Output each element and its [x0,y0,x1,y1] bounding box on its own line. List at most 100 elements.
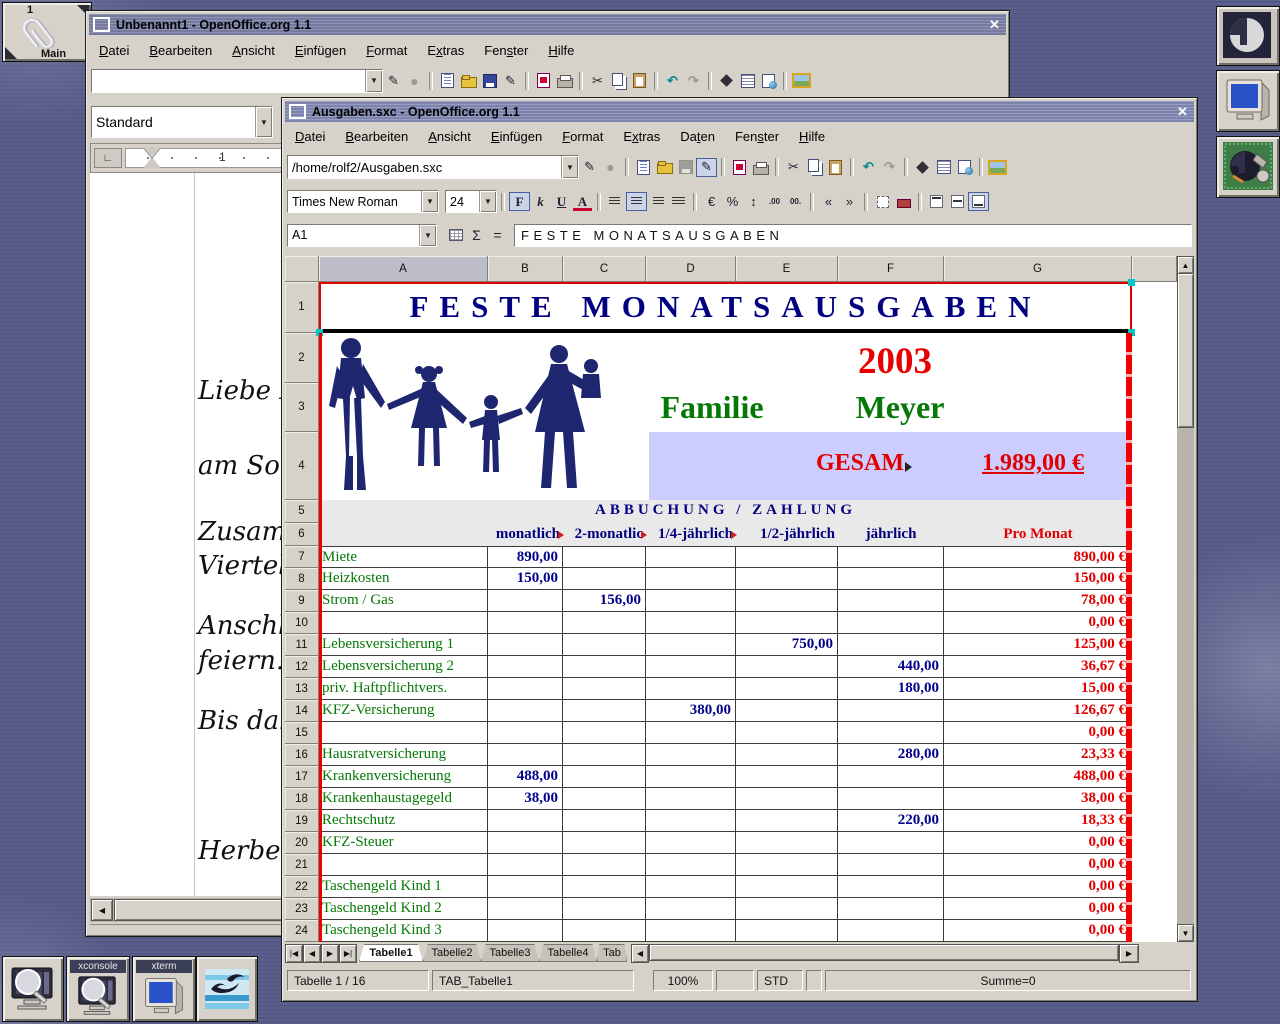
cell-C11[interactable] [563,634,646,656]
cell-D8[interactable] [646,568,736,590]
cell-C14[interactable] [563,700,646,722]
cell-C7[interactable] [563,547,646,568]
stop-loading-icon[interactable]: ● [404,71,425,90]
last-sheet-icon[interactable]: ▶| [339,944,357,963]
navigator-icon[interactable] [716,71,737,90]
cell-G15[interactable]: 0,00 € [944,722,1132,744]
desktop-icon-display[interactable] [1216,70,1280,132]
cell-F19[interactable]: 220,00 [838,810,944,832]
cell-C22[interactable] [563,876,646,898]
calc-vscrollbar[interactable]: ▲ ▼ [1177,256,1194,942]
taskbar-icon-xconsole[interactable]: xconsole [66,956,130,1022]
gesamt-band[interactable]: GESAM 1.989,00 € [649,432,1132,500]
cell-D24[interactable] [646,920,736,942]
chevron-down-icon[interactable]: ▼ [421,191,438,212]
cell-G22[interactable]: 0,00 € [944,876,1132,898]
paste-icon[interactable] [629,71,650,90]
redo-icon[interactable]: ↷ [879,158,900,177]
cell-C8[interactable] [563,568,646,590]
status-insert-mode[interactable]: STD [757,970,803,991]
row-header-21[interactable]: 21 [285,854,319,876]
redo-icon[interactable]: ↷ [683,71,704,90]
currency-format-button[interactable]: € [701,192,722,211]
cell-E8[interactable] [736,568,838,590]
row-label[interactable]: Heizkosten [319,568,488,590]
table-row[interactable]: Taschengeld Kind 20,00 € [319,898,1132,920]
taskbar-icon-openoffice[interactable] [196,956,258,1022]
cell-E24[interactable] [736,920,838,942]
row-header-19[interactable]: 19 [285,810,319,832]
copy-icon[interactable] [608,71,629,90]
row-label[interactable]: Taschengeld Kind 2 [319,898,488,920]
cell-F17[interactable] [838,766,944,788]
desktop-icon-screensaver[interactable] [1216,6,1280,66]
copy-icon[interactable] [804,158,825,177]
decrease-indent-button[interactable]: « [818,192,839,211]
cell-D16[interactable] [646,744,736,766]
table-row[interactable]: KFZ-Steuer0,00 € [319,832,1132,854]
menu-item-bearbeiten[interactable]: Bearbeiten [335,126,418,147]
data-sources-icon[interactable] [933,158,954,177]
table-row[interactable]: 0,00 € [319,612,1132,634]
cell-B7[interactable]: 890,00 [488,547,563,568]
export-pdf-icon[interactable] [533,71,554,90]
menu-item-hilfe[interactable]: Hilfe [789,126,835,147]
print-icon[interactable] [554,71,575,90]
valign-center-button[interactable] [947,192,968,211]
cell-C9[interactable]: 156,00 [563,590,646,612]
select-all-corner[interactable] [285,256,319,282]
open-icon[interactable] [458,71,479,90]
row-label[interactable]: Lebensversicherung 2 [319,656,488,678]
cell-D21[interactable] [646,854,736,876]
column-header-G[interactable]: G [944,256,1132,282]
column-header-A[interactable]: A [319,256,488,282]
add-decimal-button[interactable]: .00 [764,192,785,211]
ruler-corner[interactable]: ∟ [94,148,122,168]
cell-B19[interactable] [488,810,563,832]
column-header-C[interactable]: C [563,256,646,282]
cell-C21[interactable] [563,854,646,876]
selection-handle[interactable] [1128,279,1135,286]
italic-button[interactable]: k [530,192,551,211]
cell-B22[interactable] [488,876,563,898]
new-document-icon[interactable] [633,158,654,177]
cell-E11[interactable]: 750,00 [736,634,838,656]
window-menu-icon[interactable] [93,17,110,32]
cell-D12[interactable] [646,656,736,678]
cell-B18[interactable]: 38,00 [488,788,563,810]
cell-D15[interactable] [646,722,736,744]
row-header-23[interactable]: 23 [285,898,319,920]
chevron-down-icon[interactable]: ▼ [479,191,496,212]
menu-item-einfügen[interactable]: Einfügen [481,126,552,147]
window-menu-icon[interactable] [289,104,306,119]
row-header-1[interactable]: 1 [285,282,319,333]
prev-sheet-icon[interactable]: ◀ [303,944,321,963]
cell-G14[interactable]: 126,67 € [944,700,1132,722]
row-header-10[interactable]: 10 [285,612,319,634]
cell-F10[interactable] [838,612,944,634]
cell-B23[interactable] [488,898,563,920]
cell-D18[interactable] [646,788,736,810]
cell-F16[interactable]: 280,00 [838,744,944,766]
function-button[interactable]: = [487,226,508,245]
table-row[interactable]: Strom / Gas156,0078,00 € [319,590,1132,612]
cell-B20[interactable] [488,832,563,854]
row-header-9[interactable]: 9 [285,590,319,612]
cell-B9[interactable] [488,590,563,612]
cell-B8[interactable]: 150,00 [488,568,563,590]
cell-D23[interactable] [646,898,736,920]
gallery-icon[interactable] [791,71,812,90]
menu-item-ansicht[interactable]: Ansicht [418,126,481,147]
row-label[interactable]: priv. Haftpflichtvers. [319,678,488,700]
cell-F15[interactable] [838,722,944,744]
data-sources-icon[interactable] [737,71,758,90]
cell-E22[interactable] [736,876,838,898]
desktop-icon-hardware[interactable] [1216,136,1280,198]
column-header-partial[interactable] [1132,256,1177,282]
font-size-combobox[interactable]: 24 ▼ [445,190,497,213]
row-header-16[interactable]: 16 [285,744,319,766]
chevron-down-icon[interactable]: ▼ [419,225,436,246]
cut-icon[interactable]: ✂ [587,71,608,90]
hyperlink-icon[interactable] [954,158,975,177]
background-color-button[interactable] [893,192,914,211]
